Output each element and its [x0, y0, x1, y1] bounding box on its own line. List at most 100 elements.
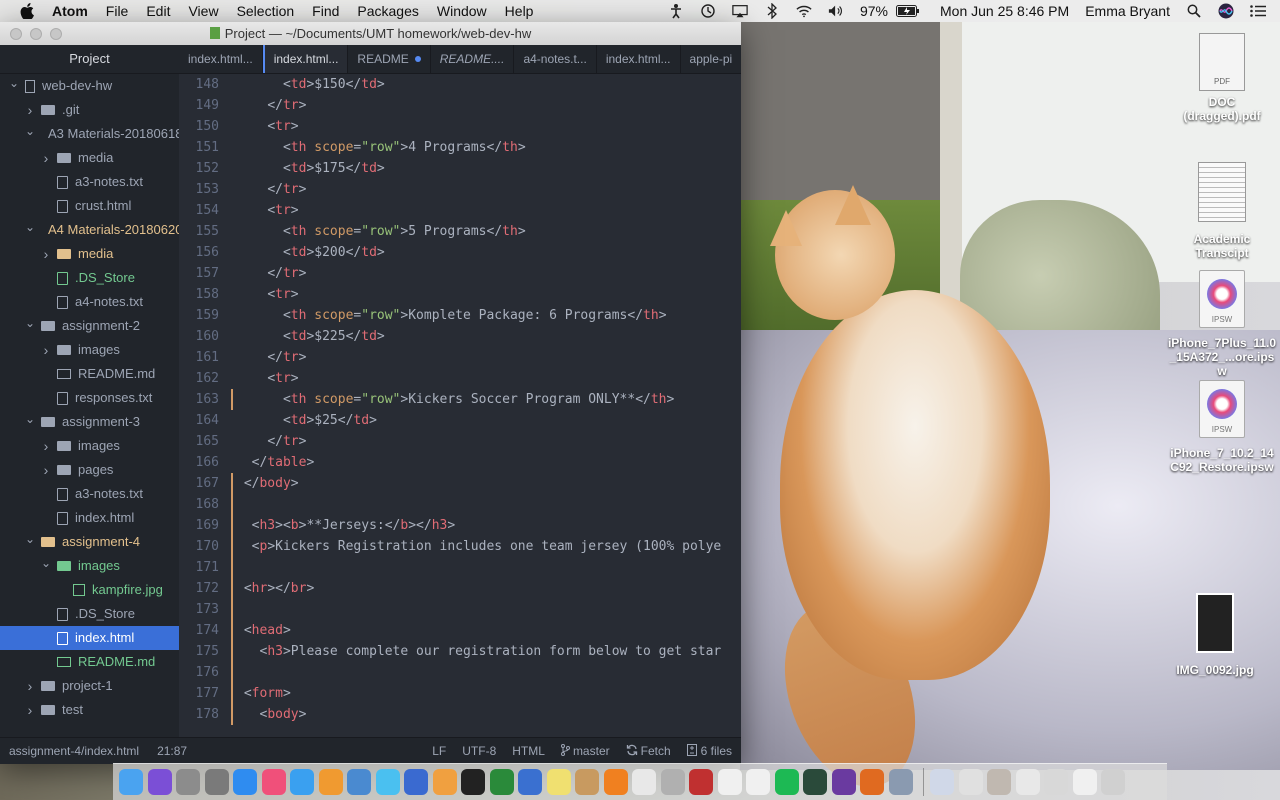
recent-stack-4-icon[interactable] — [1044, 769, 1068, 795]
menu-selection[interactable]: Selection — [228, 3, 304, 19]
chevron-right-icon[interactable]: › — [25, 98, 35, 122]
code-line[interactable]: 150 <tr> — [179, 116, 741, 137]
apple-menu-icon[interactable] — [20, 3, 34, 20]
tree-item-file[interactable]: .DS_Store — [0, 602, 179, 626]
line-number[interactable]: 156 — [179, 242, 231, 263]
editor-tab[interactable]: index.html... — [597, 45, 681, 73]
menu-help[interactable]: Help — [496, 3, 543, 19]
code-line[interactable]: 175 <h3>Please complete our registration… — [179, 641, 741, 662]
code-line[interactable]: 172 <hr></br> — [179, 578, 741, 599]
keynote-icon[interactable] — [518, 769, 542, 795]
chevron-down-icon[interactable]: ⌄ — [41, 557, 51, 569]
bluetooth-icon[interactable] — [764, 3, 780, 19]
calendar-icon[interactable] — [717, 769, 742, 795]
chevron-down-icon[interactable]: ⌄ — [9, 77, 19, 89]
code-line[interactable]: 170 <p>Kickers Registration includes one… — [179, 536, 741, 557]
tree-item-folder[interactable]: ⌄ assignment-2 — [0, 314, 179, 338]
code-line[interactable]: 168 — [179, 494, 741, 515]
battery-charging-icon[interactable] — [896, 3, 920, 19]
itunes-icon[interactable] — [261, 769, 286, 795]
recent-stack-3-icon[interactable] — [1015, 769, 1040, 795]
line-number[interactable]: 158 — [179, 284, 231, 305]
code-line[interactable]: 151 <th scope="row">4 Programs</th> — [179, 137, 741, 158]
editor-tab[interactable]: apple-pi — [681, 45, 741, 73]
ibooks-icon[interactable] — [318, 769, 343, 795]
tree-item-folder[interactable]: › media — [0, 242, 179, 266]
atom-icon[interactable] — [803, 769, 827, 795]
line-number[interactable]: 151 — [179, 137, 231, 158]
line-number[interactable]: 164 — [179, 410, 231, 431]
wifi-icon[interactable] — [796, 3, 812, 19]
siri-icon[interactable] — [1218, 3, 1234, 19]
tree-item-folder[interactable]: ⌄ assignment-3 — [0, 410, 179, 434]
status-line-ending[interactable]: LF — [432, 744, 446, 758]
tree-item-file[interactable]: a3-notes.txt — [0, 170, 179, 194]
app-store-icon[interactable] — [233, 769, 257, 795]
editor-tab[interactable]: README.... — [431, 45, 515, 73]
line-number[interactable]: 165 — [179, 431, 231, 452]
code-line[interactable]: 174 <head> — [179, 620, 741, 641]
tree-item-folder[interactable]: ⌄ A3 Materials-20180618 — [0, 122, 179, 146]
notification-center-icon[interactable] — [1250, 3, 1266, 19]
code-line[interactable]: 148 <td>$150</td> — [179, 74, 741, 95]
reminders-icon[interactable] — [746, 769, 770, 795]
menu-find[interactable]: Find — [303, 3, 348, 19]
volume-icon[interactable] — [828, 3, 844, 19]
menu-window[interactable]: Window — [428, 3, 496, 19]
code-line[interactable]: 161 </tr> — [179, 347, 741, 368]
numbers-icon[interactable] — [489, 769, 514, 795]
tree-item-file[interactable]: index.html — [0, 626, 179, 650]
line-number[interactable]: 150 — [179, 116, 231, 137]
tree-item-file[interactable]: responses.txt — [0, 386, 179, 410]
photo-booth-icon[interactable] — [689, 769, 713, 795]
tree-item-folder[interactable]: ⌄ images — [0, 554, 179, 578]
desktop-icon-ipsw-2[interactable]: IPSW iPhone_7_10.2_14C92_Restore.ipsw — [1162, 380, 1280, 474]
line-number[interactable]: 170 — [179, 536, 231, 557]
code-line[interactable]: 166 </table> — [179, 452, 741, 473]
code-line[interactable]: 157 </tr> — [179, 263, 741, 284]
line-number[interactable]: 176 — [179, 662, 231, 683]
desktop-icon-pdf[interactable]: PDF DOC (dragged).pdf — [1162, 33, 1280, 123]
line-number[interactable]: 166 — [179, 452, 231, 473]
tree-item-file[interactable]: index.html — [0, 506, 179, 530]
menu-file[interactable]: File — [97, 3, 138, 19]
tree-item-folder[interactable]: › project-1 — [0, 674, 179, 698]
editor-tab[interactable]: index.html... — [262, 45, 349, 73]
line-number[interactable]: 154 — [179, 200, 231, 221]
line-number[interactable]: 172 — [179, 578, 231, 599]
chevron-right-icon[interactable]: › — [41, 146, 51, 170]
code-line[interactable]: 167 </body> — [179, 473, 741, 494]
code-line[interactable]: 178 <body> — [179, 704, 741, 725]
tree-item-file[interactable]: a4-notes.txt — [0, 290, 179, 314]
line-number[interactable]: 162 — [179, 368, 231, 389]
desktop-icon-ipsw-1[interactable]: IPSW iPhone_7Plus_11.0_15A372_...ore.ips… — [1162, 270, 1280, 378]
tree-view-header[interactable]: Project — [0, 45, 179, 74]
chevron-right-icon[interactable]: › — [41, 242, 51, 266]
recent-stack-1-icon[interactable] — [958, 769, 983, 795]
transmission-icon[interactable] — [347, 769, 371, 795]
pages-icon[interactable] — [432, 769, 457, 795]
code-line[interactable]: 158 <tr> — [179, 284, 741, 305]
spotify-icon[interactable] — [774, 769, 799, 795]
launchpad-icon[interactable] — [176, 769, 200, 795]
stickies-icon[interactable] — [546, 769, 571, 795]
code-line[interactable]: 159 <th scope="row">Komplete Package: 6 … — [179, 305, 741, 326]
accessibility-icon[interactable] — [668, 3, 684, 19]
code-line[interactable]: 149 </tr> — [179, 95, 741, 116]
code-line[interactable]: 169 <h3><b>**Jerseys:</b></h3> — [179, 515, 741, 536]
code-line[interactable]: 153 </tr> — [179, 179, 741, 200]
menu-app-name[interactable]: Atom — [48, 3, 97, 19]
chevron-right-icon[interactable]: › — [41, 434, 51, 458]
code-line[interactable]: 152 <td>$175</td> — [179, 158, 741, 179]
tree-item-file[interactable]: a3-notes.txt — [0, 482, 179, 506]
time-machine-icon[interactable] — [700, 3, 716, 19]
line-number[interactable]: 149 — [179, 95, 231, 116]
airplay-icon[interactable] — [732, 3, 748, 19]
desktop-icon-jpg[interactable]: IMG_0092.jpg — [1155, 593, 1275, 677]
tree-item-folder[interactable]: › images — [0, 434, 179, 458]
editor-tab[interactable]: index.html... — [179, 45, 263, 73]
line-number[interactable]: 178 — [179, 704, 231, 725]
tree-item-folder[interactable]: › media — [0, 146, 179, 170]
menu-edit[interactable]: Edit — [137, 3, 179, 19]
menu-packages[interactable]: Packages — [348, 3, 427, 19]
